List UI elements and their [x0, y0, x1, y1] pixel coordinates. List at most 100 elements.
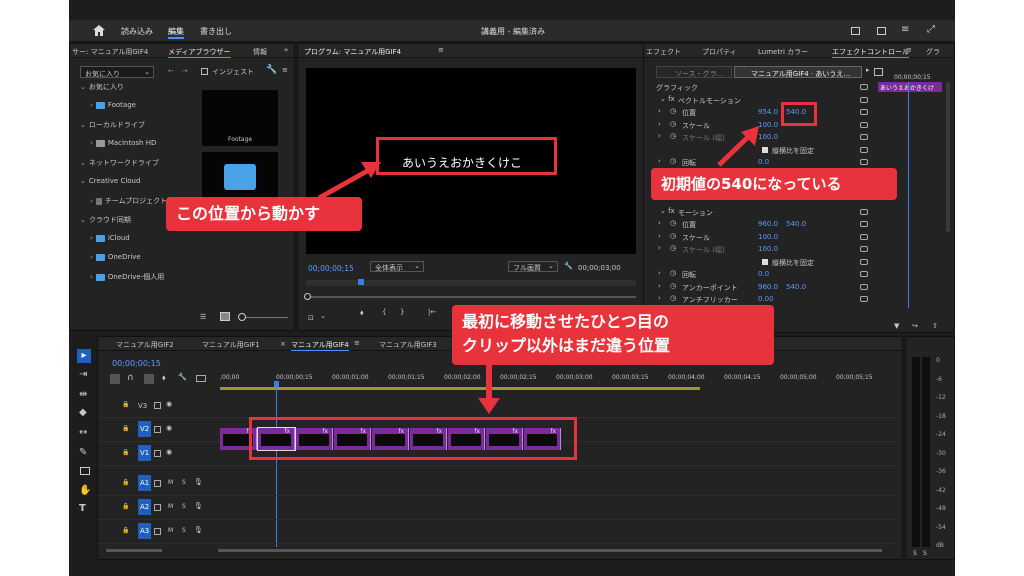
- reset-icon[interactable]: [860, 283, 868, 290]
- solo-button[interactable]: S: [182, 479, 186, 486]
- effect-value-x[interactable]: 0.0: [758, 270, 769, 278]
- effect-property-row[interactable]: グラフィック: [652, 82, 872, 93]
- effect-value-y[interactable]: 540.0: [786, 220, 806, 228]
- add-marker-icon[interactable]: ⬧: [162, 373, 166, 383]
- playhead-marker[interactable]: [358, 279, 364, 285]
- tree-item[interactable]: ⌄ Creative Cloud: [80, 177, 140, 185]
- effect-property-row[interactable]: › ◷ スケール 100.0: [652, 232, 872, 243]
- menu-import[interactable]: 読み込み: [121, 26, 153, 37]
- share-icon[interactable]: ⇪: [932, 322, 938, 330]
- work-area-bar[interactable]: [220, 387, 700, 390]
- hand-icon[interactable]: ✋: [79, 485, 91, 496]
- effect-property-row[interactable]: › ◷ スケール 100.0: [652, 120, 872, 131]
- stopwatch-icon[interactable]: ◷: [670, 269, 676, 277]
- effect-property-row[interactable]: › ◷ アンチフリッカー 0.00: [652, 294, 872, 305]
- ripple-edit-icon[interactable]: ⇹: [79, 389, 87, 400]
- lock-icon[interactable]: 🔒: [122, 449, 129, 456]
- reset-icon[interactable]: [860, 121, 868, 128]
- tree-item[interactable]: › Footage: [90, 101, 136, 109]
- more-tabs-icon[interactable]: »: [284, 46, 288, 54]
- reset-icon[interactable]: [860, 246, 868, 252]
- eye-icon[interactable]: ◉: [166, 424, 172, 432]
- zoom-slider-handle[interactable]: [238, 313, 246, 321]
- lock-icon[interactable]: 🔒: [122, 425, 129, 432]
- tree-item[interactable]: ⌄ クラウド同期: [80, 215, 131, 225]
- quality-select[interactable]: フル画質 ⌄: [508, 261, 558, 272]
- chevron-down-icon[interactable]: ⌄: [80, 83, 86, 91]
- in-point-icon[interactable]: {: [382, 308, 386, 316]
- tab-sequence-gif3[interactable]: マニュアル用GIF3: [379, 340, 437, 350]
- chevron-right-icon[interactable]: ›: [658, 282, 661, 290]
- tree-item[interactable]: ⌄ お気に入り: [80, 82, 124, 92]
- mute-button[interactable]: M: [168, 479, 173, 486]
- stopwatch-icon[interactable]: ◷: [670, 107, 676, 115]
- stopwatch-icon[interactable]: ◷: [670, 282, 676, 290]
- effect-property-row[interactable]: ⌄ fx モーション: [652, 207, 872, 218]
- effect-property-row[interactable]: › ◷ アンカーポイント 960.0 540.0: [652, 282, 872, 293]
- tree-item[interactable]: ⌄ ネットワークドライブ: [80, 158, 159, 168]
- effect-property-row[interactable]: › ◷ 回転 0.0: [652, 269, 872, 280]
- mute-button[interactable]: M: [168, 503, 173, 510]
- out-point-icon[interactable]: }: [400, 308, 404, 316]
- track-label[interactable]: V3: [138, 402, 147, 410]
- chevron-down-icon[interactable]: ⌄: [320, 312, 326, 320]
- stopwatch-icon[interactable]: ◷: [670, 244, 676, 252]
- effect-scrollbar[interactable]: [946, 82, 950, 232]
- go-to-in-icon[interactable]: |←: [428, 308, 436, 316]
- sync-lock-icon[interactable]: [154, 426, 161, 433]
- chevron-right-icon[interactable]: ›: [658, 294, 661, 302]
- pen-icon[interactable]: ✎: [79, 447, 87, 458]
- microphone-icon[interactable]: 🎙: [194, 478, 203, 486]
- chevron-right-icon[interactable]: ›: [658, 219, 661, 227]
- chevron-down-icon[interactable]: ⌄: [80, 121, 86, 129]
- tab-sequence-gif2[interactable]: マニュアル用GIF2: [116, 340, 174, 350]
- zoom-slider[interactable]: [240, 317, 288, 318]
- rectangle-icon[interactable]: [80, 467, 90, 475]
- reset-icon[interactable]: [860, 96, 868, 103]
- sync-lock-icon[interactable]: [154, 504, 161, 511]
- effect-property-row[interactable]: › ◷ 位置 960.0 540.0: [652, 219, 872, 230]
- lock-icon[interactable]: 🔒: [122, 479, 129, 486]
- menu-edit[interactable]: 編集: [168, 26, 184, 39]
- effect-value-x[interactable]: 960.0: [758, 283, 778, 291]
- fx-toggle-icon[interactable]: ⌄ fx: [660, 207, 675, 215]
- ingest-checkbox[interactable]: [201, 68, 208, 75]
- reset-icon[interactable]: [860, 233, 868, 240]
- wrench-icon[interactable]: 🔧: [266, 65, 277, 75]
- tab-program[interactable]: プログラム: マニュアル用GIF4: [304, 47, 401, 57]
- stopwatch-icon[interactable]: ◷: [670, 157, 676, 165]
- tree-item[interactable]: › Macintosh HD: [90, 139, 156, 147]
- tree-item[interactable]: › OneDrive-個人用: [90, 272, 164, 282]
- checkbox-icon[interactable]: [762, 146, 768, 153]
- effect-property-row[interactable]: ⌄ fx ベクトルモーション: [652, 95, 872, 106]
- track-label[interactable]: V2: [138, 421, 152, 437]
- panel-menu-icon[interactable]: ≡: [438, 46, 444, 54]
- stopwatch-icon[interactable]: ◷: [670, 232, 676, 240]
- reset-icon[interactable]: [860, 109, 868, 115]
- chevron-right-icon[interactable]: ›: [90, 273, 93, 281]
- icon-view-icon[interactable]: [220, 312, 230, 321]
- tab-sequence-gif4[interactable]: マニュアル用GIF4: [291, 340, 349, 351]
- sliders-icon[interactable]: ≡: [901, 24, 909, 35]
- panel-menu-icon[interactable]: ≡: [906, 46, 912, 54]
- track-label[interactable]: A1: [138, 475, 152, 491]
- effect-property-row[interactable]: › ◷ スケール (幅) 100.0: [652, 132, 872, 143]
- solo-button[interactable]: S: [182, 503, 186, 510]
- slip-icon[interactable]: ↔: [79, 427, 87, 438]
- sync-lock-icon[interactable]: [154, 528, 161, 535]
- reset-icon[interactable]: [860, 296, 868, 302]
- snap-icon[interactable]: ∩: [127, 373, 134, 383]
- chevron-right-icon[interactable]: ›: [90, 139, 93, 147]
- effect-value-x[interactable]: 100.0: [758, 245, 778, 253]
- chevron-right-icon[interactable]: ›: [90, 197, 93, 205]
- playhead-timecode[interactable]: 00;00;00;15: [308, 264, 354, 273]
- track-label[interactable]: V1: [138, 445, 152, 461]
- timeline-hscroll[interactable]: [106, 549, 162, 552]
- chevron-right-icon[interactable]: ›: [658, 120, 661, 128]
- panel-menu-icon[interactable]: ≡: [354, 339, 360, 347]
- chevron-right-icon[interactable]: ›: [658, 132, 661, 140]
- stopwatch-icon[interactable]: ◷: [670, 219, 676, 227]
- time-ruler[interactable]: ;00;00 00;00;00;15 00;00;01;00 00;00;01;15 0…: [220, 374, 894, 386]
- solo-right-button[interactable]: S: [923, 550, 927, 557]
- tab-sequence-gif1[interactable]: マニュアル用GIF1: [202, 340, 260, 350]
